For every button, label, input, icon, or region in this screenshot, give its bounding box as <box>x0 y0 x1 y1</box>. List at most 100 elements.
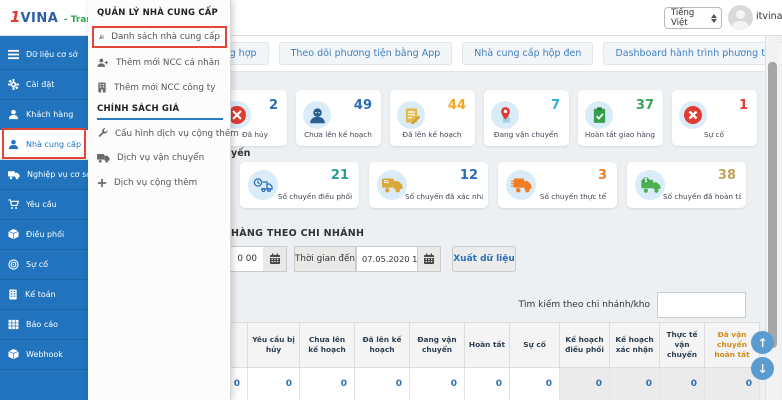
language-select[interactable]: Tiếng Việt <box>664 7 722 29</box>
user-plus-icon <box>97 58 109 68</box>
table-row: 0 0 0 0 0 0 0 0 0 0 0 <box>150 368 760 400</box>
stat-label: Đang vận chuyển <box>486 130 566 139</box>
calendar-icon <box>423 253 435 265</box>
truck-dollar-icon <box>640 177 661 193</box>
sidebar-item-webhook[interactable]: Webhook <box>0 340 88 370</box>
stat-card-so-chuyen-da-hoan-tat: 38 Số chuyến đã hoàn tất <box>627 162 746 208</box>
stat-value: 37 <box>636 98 654 113</box>
sidebar-item-su-co[interactable]: Sự cố <box>0 250 88 280</box>
column-header[interactable]: Chưa lên kế hoạch <box>300 322 355 368</box>
column-header[interactable]: Đã lên kế hoạch <box>355 322 410 368</box>
tab-dashboard-hanh-trinh[interactable]: Dashboard hành trình phương tiện <box>603 42 782 65</box>
date-to-input[interactable] <box>356 246 418 272</box>
menu-item-them-moi-ncc-cong-ty[interactable]: Thêm mới NCC công ty <box>97 82 215 93</box>
list-icon <box>8 49 19 60</box>
scroll-to-top-button[interactable]: ↑ <box>751 331 774 354</box>
user-icon <box>8 109 19 120</box>
sidebar-item-nghiep-vu-co-so[interactable]: Nghiệp vụ cơ sở <box>0 160 88 190</box>
table-cell: 0 <box>248 368 300 400</box>
branch-stats-table: Tổng yêu cầu Yêu cầu bị hủy Chưa lên kế … <box>150 322 760 400</box>
stat-card-so-chuyen-dieu-phoi: 21 Số chuyến điều phối <box>240 162 359 208</box>
scroll-to-bottom-button[interactable]: ↓ <box>751 357 774 380</box>
users-icon <box>99 32 104 42</box>
stat-card-so-chuyen-da-xac-nhan: 12 Số chuyến đã xác nhận <box>369 162 488 208</box>
section-heading-chuyen-fragment: yến <box>231 148 250 159</box>
sidebar-item-yeu-cau[interactable]: Yêu cầu <box>0 190 88 220</box>
stat-value: 49 <box>354 98 372 113</box>
grid-icon <box>8 319 19 330</box>
app-window: 1VINA - Trans Tiếng Việt itvina Dữ liệu … <box>0 0 782 400</box>
stat-value: 12 <box>460 168 478 183</box>
stat-value: 44 <box>448 98 466 113</box>
sidebar-nav: Dữ liệu cơ sở Cài đặt Khách hàng Nhà cun… <box>0 36 88 400</box>
stat-card-su-co: 1 Sự cố <box>672 90 757 146</box>
user-menu[interactable]: itvina <box>756 11 782 22</box>
plus-icon <box>97 178 107 188</box>
date-to-label: Thời gian đến <box>294 246 356 272</box>
scrollbar-thumb[interactable] <box>768 62 777 348</box>
user-icon <box>8 139 19 150</box>
stat-label: Sự cố <box>674 130 754 139</box>
clipboard-check-icon <box>591 107 608 124</box>
truck-clock-icon <box>253 177 273 193</box>
sidebar-item-khach-hang[interactable]: Khách hàng <box>0 100 88 130</box>
column-header[interactable]: Kế hoạch điều phối <box>560 322 610 368</box>
building-icon <box>97 82 107 93</box>
column-header[interactable]: Yêu cầu bị hủy <box>248 322 300 368</box>
flyout-title: QUẢN LÝ NHÀ CUNG CẤP <box>97 8 218 18</box>
stat-card-dang-van-chuyen: 7 Đang vận chuyển <box>484 90 569 146</box>
building-icon <box>8 289 18 300</box>
stat-label: Số chuyến điều phối <box>276 192 354 201</box>
table-cell: 0 <box>300 368 355 400</box>
branch-search-input[interactable] <box>657 292 746 318</box>
box-icon <box>8 349 19 360</box>
sidebar-item-ke-toan[interactable]: Kế toán <box>0 280 88 310</box>
table-cell: 0 <box>465 368 510 400</box>
app-logo[interactable]: 1VINA - Trans <box>10 7 98 26</box>
column-header[interactable]: Hoàn tất <box>465 322 510 368</box>
section-divider <box>97 118 223 120</box>
column-header[interactable]: Sự cố <box>510 322 560 368</box>
table-header-row: Tổng yêu cầu Yêu cầu bị hủy Chưa lên kế … <box>150 322 760 368</box>
sidebar-item-nha-cung-cap[interactable]: Nhà cung cấp <box>0 130 88 160</box>
person-face-icon <box>309 107 326 124</box>
user-avatar[interactable] <box>728 5 753 30</box>
tab-nha-cung-cap-hop-den[interactable]: Nhà cung cấp hộp đen <box>462 42 593 65</box>
sidebar-item-du-lieu-co-so[interactable]: Dữ liệu cơ sở <box>0 40 88 70</box>
stat-card-so-chuyen-thuc-te: 3 Số chuyến thực tế <box>498 162 617 208</box>
tab-theo-doi-phuong-tien[interactable]: Theo dõi phương tiện bằng App <box>279 42 453 65</box>
stat-value: 7 <box>551 98 560 113</box>
sidebar-item-cai-dat[interactable]: Cài đặt <box>0 70 88 100</box>
x-circle-icon <box>683 105 703 125</box>
menu-item-dich-vu-cong-them[interactable]: Dịch vụ cộng thêm <box>97 178 197 188</box>
target-icon <box>8 259 19 270</box>
date-to-calendar-button[interactable] <box>418 246 441 272</box>
stat-label: Số chuyến thực tế <box>534 192 612 201</box>
menu-item-cau-hinh-dich-vu-cong-them[interactable]: Cấu hình dịch vụ cộng thêm <box>97 128 239 139</box>
calendar-icon <box>269 253 281 265</box>
stat-value: 1 <box>739 98 748 113</box>
menu-item-danh-sach-nha-cung-cap[interactable]: Danh sách nhà cung cấp <box>92 26 227 48</box>
stat-label: Chưa lên kế hoạch <box>298 130 378 139</box>
table-cell: 0 <box>660 368 705 400</box>
sidebar-item-dieu-phoi[interactable]: Điều phối <box>0 220 88 250</box>
date-from-calendar-button[interactable] <box>263 246 287 272</box>
select-spinner-icon <box>711 14 717 23</box>
column-header[interactable]: Thực tế vận chuyển <box>660 322 705 368</box>
menu-item-dich-vu-van-chuyen[interactable]: Dịch vụ vận chuyển <box>97 153 204 163</box>
column-header[interactable]: Kế hoạch xác nhận <box>610 322 660 368</box>
menu-item-them-moi-ncc-ca-nhan[interactable]: Thêm mới NCC cá nhân <box>97 58 220 68</box>
stat-card-chua-len-ke-hoach: 49 Chưa lên kế hoạch <box>296 90 381 146</box>
sidebar-item-bao-cao[interactable]: Báo cáo <box>0 310 88 340</box>
table-cell: 0 <box>355 368 410 400</box>
supplier-flyout-menu: QUẢN LÝ NHÀ CUNG CẤP Danh sách nhà cung … <box>88 0 231 400</box>
stat-label: Số chuyến đã hoàn tất <box>663 192 741 201</box>
table-cell: 0 <box>610 368 660 400</box>
truck-icon <box>97 153 110 163</box>
stat-value: 21 <box>331 168 349 183</box>
table-cell: 0 <box>510 368 560 400</box>
export-data-button[interactable]: Xuất dữ liệu <box>452 246 516 272</box>
cart-icon <box>8 199 19 210</box>
column-header[interactable]: Đang vận chuyển <box>410 322 465 368</box>
stat-card-hoan-tat-giao-hang: 37 Hoàn tất giao hàng <box>578 90 663 146</box>
